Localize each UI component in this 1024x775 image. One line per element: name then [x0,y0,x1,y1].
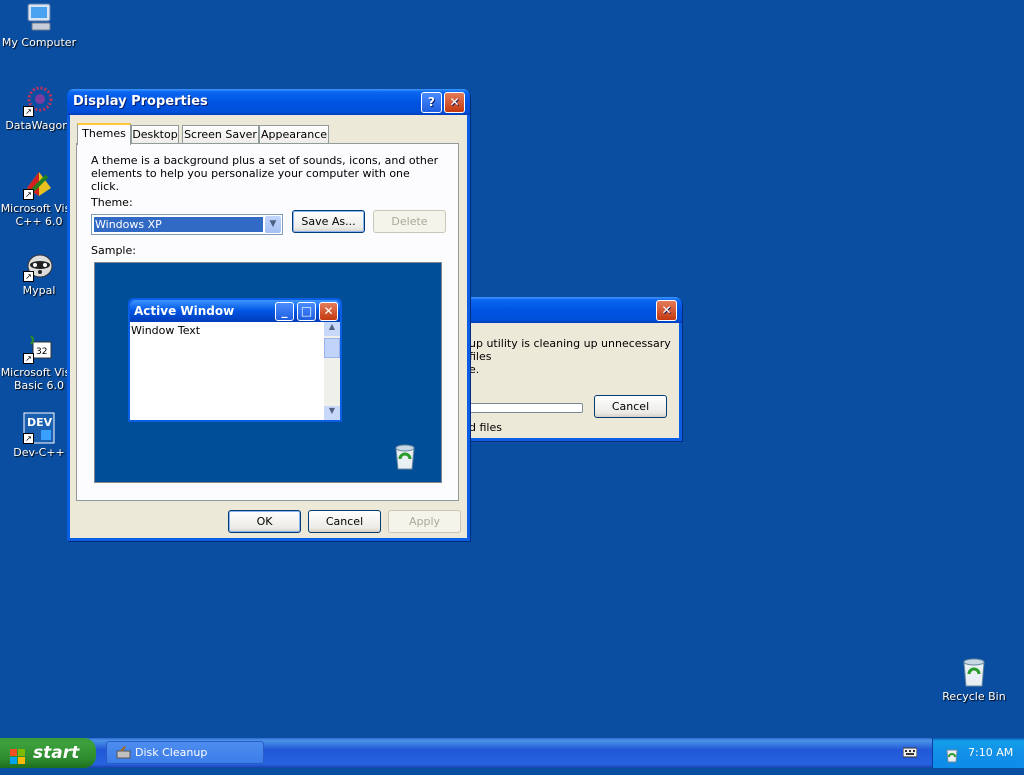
task-label: Disk Cleanup [135,746,208,759]
sample-window-text: Window Text [131,324,201,337]
cleanup-progress-bar [467,403,583,413]
cleanup-message: up utility is cleaning up unnecessary fi… [469,337,679,376]
devcpp-icon: DEV ↗ [23,412,55,444]
recycle-tray-icon[interactable] [944,745,960,775]
close-icon: ✕ [661,303,672,317]
themes-description: A theme is a background plus a set of so… [91,154,439,193]
display-properties-window: Display Properties ? ✕ Themes Desktop Sc… [67,89,470,541]
close-icon: ✕ [323,304,334,318]
chevron-up-icon: ▲ [328,322,336,331]
themes-panel: A theme is a background plus a set of so… [76,143,459,501]
delete-button[interactable]: Delete [373,210,446,233]
taskbar: start Disk Cleanup 7:10 AM [0,738,1024,768]
cleanup-message-line-2: e. [469,363,480,376]
desktop-icon-label: Recycle Bin [942,690,1006,703]
disk-cleanup-titlebar[interactable]: ✕ [440,297,682,323]
desktop-icon-recycle-bin[interactable]: Recycle Bin [935,656,1013,703]
shortcut-arrow-icon: ↗ [23,353,34,364]
chevron-down-icon: ▼ [269,219,277,229]
scroll-down-button: ▼ [324,406,340,420]
tab-themes[interactable]: Themes [77,123,131,145]
sample-window-body: Window Text ▲ ▼ [130,322,340,420]
minimize-icon: _ [281,304,288,318]
clock[interactable]: 7:10 AM [968,738,1013,768]
display-properties-titlebar[interactable]: Display Properties ? ✕ [67,89,470,115]
windows-logo-icon [10,745,26,764]
visual-cpp-icon: ↗ [23,168,55,200]
apply-button[interactable]: Apply [388,510,461,533]
mypal-icon: ↗ [23,250,55,282]
save-as-button[interactable]: Save As... [292,210,365,233]
window-title: Display Properties [73,94,208,109]
shortcut-arrow-icon: ↗ [23,189,34,200]
keyboard-icon[interactable] [902,747,918,761]
visual-basic-icon: 32 ↗ [23,332,55,364]
close-icon: ✕ [449,95,460,109]
maximize-icon: □ [300,304,313,318]
desktop-icon-my-computer[interactable]: My Computer [0,2,78,49]
sample-minimize-button: _ [275,302,294,321]
computer-icon [23,2,55,34]
sample-window-title: Active Window [134,304,235,318]
sample-titlebar: Active Window _ □ ✕ [130,300,340,322]
help-icon: ? [428,95,435,109]
ok-button[interactable]: OK [228,510,301,533]
chevron-down-icon: ▼ [328,406,336,415]
theme-select[interactable]: Windows XP ▼ [91,214,283,235]
taskbar-item-disk-cleanup[interactable]: Disk Cleanup [106,741,264,764]
sample-preview: Active Window _ □ ✕ Window Text ▲ ▼ [94,262,442,483]
datawagon-icon: ↗ [23,85,55,117]
sample-active-window: Active Window _ □ ✕ Window Text ▲ ▼ [128,298,342,422]
svg-text:DEV: DEV [27,416,53,429]
cancel-button[interactable]: Cancel [308,510,381,533]
theme-select-value: Windows XP [94,217,263,232]
tab-desktop[interactable]: Desktop [131,125,179,144]
system-tray: 7:10 AM [932,738,1024,768]
sample-label: Sample: [91,244,136,257]
theme-label: Theme: [91,196,133,209]
dropdown-arrow-button[interactable]: ▼ [265,216,281,233]
cleanup-status-text: d files [469,421,502,434]
sample-maximize-button: □ [297,302,316,321]
tab-appearance[interactable]: Appearance [259,125,329,144]
shortcut-arrow-icon: ↗ [23,106,34,117]
scroll-up-button: ▲ [324,322,340,336]
start-button[interactable]: start [0,738,96,768]
cleanup-cancel-button[interactable]: Cancel [594,395,667,418]
help-button[interactable]: ? [421,92,442,113]
svg-text:32: 32 [36,347,47,357]
scroll-thumb [324,338,340,358]
disk-cleanup-dialog: ✕ up utility is cleaning up unnecessary … [440,297,682,441]
close-button[interactable]: ✕ [656,300,677,321]
tab-screen-saver[interactable]: Screen Saver [182,125,259,144]
sample-recycle-bin-icon [391,443,419,474]
desktop-icon-label: My Computer [1,36,77,49]
shortcut-arrow-icon: ↗ [23,271,34,282]
recycle-bin-icon [958,656,990,688]
shortcut-arrow-icon: ↗ [23,433,34,444]
sample-scrollbar: ▲ ▼ [324,322,340,420]
sample-close-button: ✕ [319,302,338,321]
start-label: start [33,743,80,763]
cleanup-message-line-1: up utility is cleaning up unnecessary fi… [469,337,671,363]
close-button[interactable]: ✕ [444,92,465,113]
disk-cleanup-icon [116,745,131,768]
